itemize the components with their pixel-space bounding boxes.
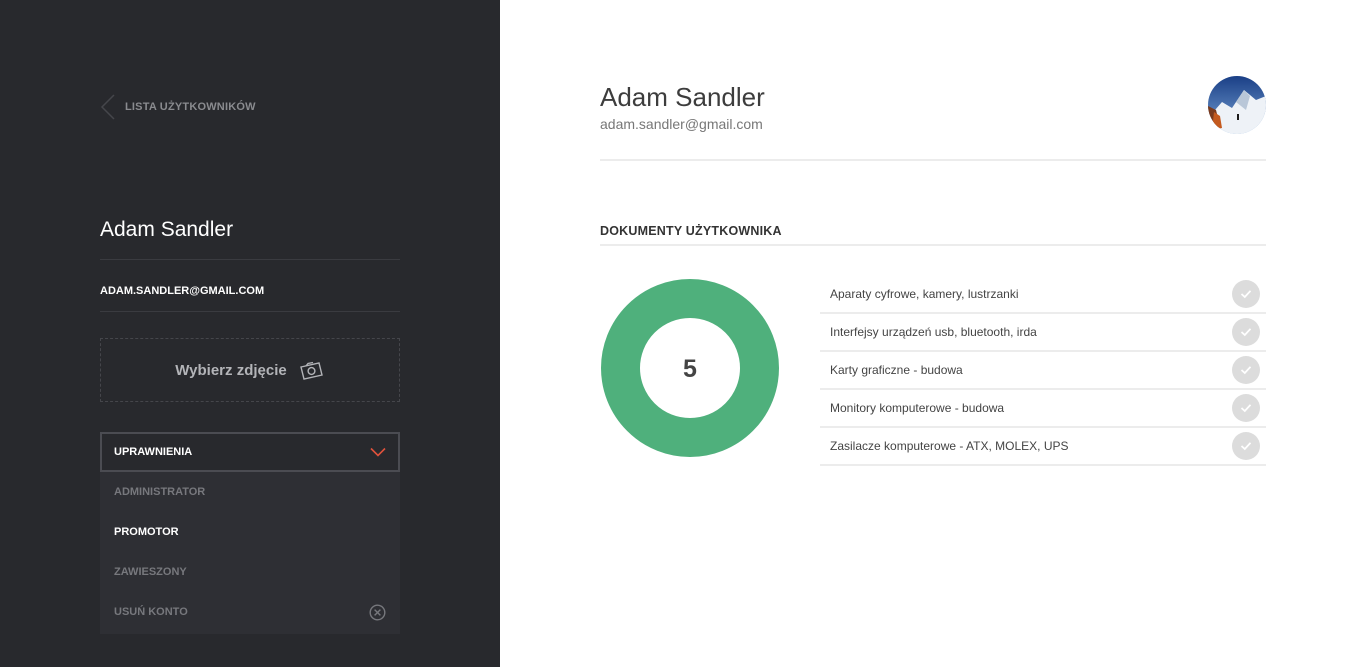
- document-name: Interfejsy urządzeń usb, bluetooth, irda: [830, 325, 1037, 339]
- option-label: ZAWIESZONY: [114, 566, 187, 578]
- documents-count-donut: 5: [601, 279, 779, 457]
- choose-photo-button[interactable]: Wybierz zdjęcie: [100, 338, 400, 402]
- documents-count: 5: [683, 355, 697, 383]
- check-icon: [1232, 432, 1260, 460]
- list-item[interactable]: Monitory komputerowe - budowa: [820, 390, 1266, 428]
- option-label: ADMINISTRATOR: [114, 486, 206, 498]
- back-link-label: LISTA UŻYTKOWNIKÓW: [125, 101, 256, 113]
- permissions-label: UPRAWNIENIA: [114, 446, 193, 458]
- check-icon: [1232, 356, 1260, 384]
- check-icon: [1232, 280, 1260, 308]
- permissions-select[interactable]: UPRAWNIENIA: [100, 432, 400, 472]
- list-item[interactable]: Karty graficzne - budowa: [820, 352, 1266, 390]
- permission-option-zawieszony[interactable]: ZAWIESZONY: [100, 552, 400, 592]
- avatar[interactable]: [1208, 76, 1266, 134]
- option-label: PROMOTOR: [114, 526, 179, 538]
- sidebar: LISTA UŻYTKOWNIKÓW Adam Sandler ADAM.SAN…: [0, 0, 500, 667]
- close-circle-icon: [369, 603, 386, 621]
- list-item[interactable]: Zasilacze komputerowe - ATX, MOLEX, UPS: [820, 428, 1266, 466]
- check-icon: [1232, 318, 1260, 346]
- choose-photo-label: Wybierz zdjęcie: [175, 361, 287, 379]
- documents-list: Aparaty cyfrowe, kamery, lustrzanki Inte…: [820, 276, 1266, 466]
- permission-option-administrator[interactable]: ADMINISTRATOR: [100, 472, 400, 512]
- document-name: Karty graficzne - budowa: [830, 363, 963, 377]
- list-item[interactable]: Interfejsy urządzeń usb, bluetooth, irda: [820, 314, 1266, 352]
- sidebar-user-email: ADAM.SANDLER@GMAIL.COM: [100, 285, 265, 297]
- back-to-user-list-link[interactable]: LISTA UŻYTKOWNIKÓW: [100, 94, 256, 120]
- sidebar-user-name: Adam Sandler: [100, 218, 234, 241]
- documents-section-title: DOKUMENTY UŻYTKOWNIKA: [600, 224, 782, 238]
- chevron-left-icon: [100, 94, 115, 120]
- list-item[interactable]: Aparaty cyfrowe, kamery, lustrzanki: [820, 276, 1266, 314]
- section-divider: [600, 244, 1266, 246]
- user-email: adam.sandler@gmail.com: [600, 116, 763, 132]
- camera-icon: [299, 361, 323, 380]
- divider: [100, 259, 400, 260]
- document-name: Zasilacze komputerowe - ATX, MOLEX, UPS: [830, 439, 1069, 453]
- divider: [100, 311, 400, 312]
- document-name: Aparaty cyfrowe, kamery, lustrzanki: [830, 287, 1019, 301]
- delete-account-option[interactable]: USUŃ KONTO: [100, 592, 400, 632]
- page-title-user-name: Adam Sandler: [600, 82, 765, 112]
- avatar-mountain-photo: [1208, 76, 1266, 134]
- header-divider: [600, 159, 1266, 161]
- permission-option-promotor[interactable]: PROMOTOR: [100, 512, 400, 552]
- document-name: Monitory komputerowe - budowa: [830, 401, 1005, 415]
- option-label: USUŃ KONTO: [114, 606, 188, 618]
- check-icon: [1232, 394, 1260, 422]
- chevron-down-icon: [370, 447, 386, 457]
- permissions-dropdown: ADMINISTRATOR PROMOTOR ZAWIESZONY USUŃ K…: [100, 472, 400, 634]
